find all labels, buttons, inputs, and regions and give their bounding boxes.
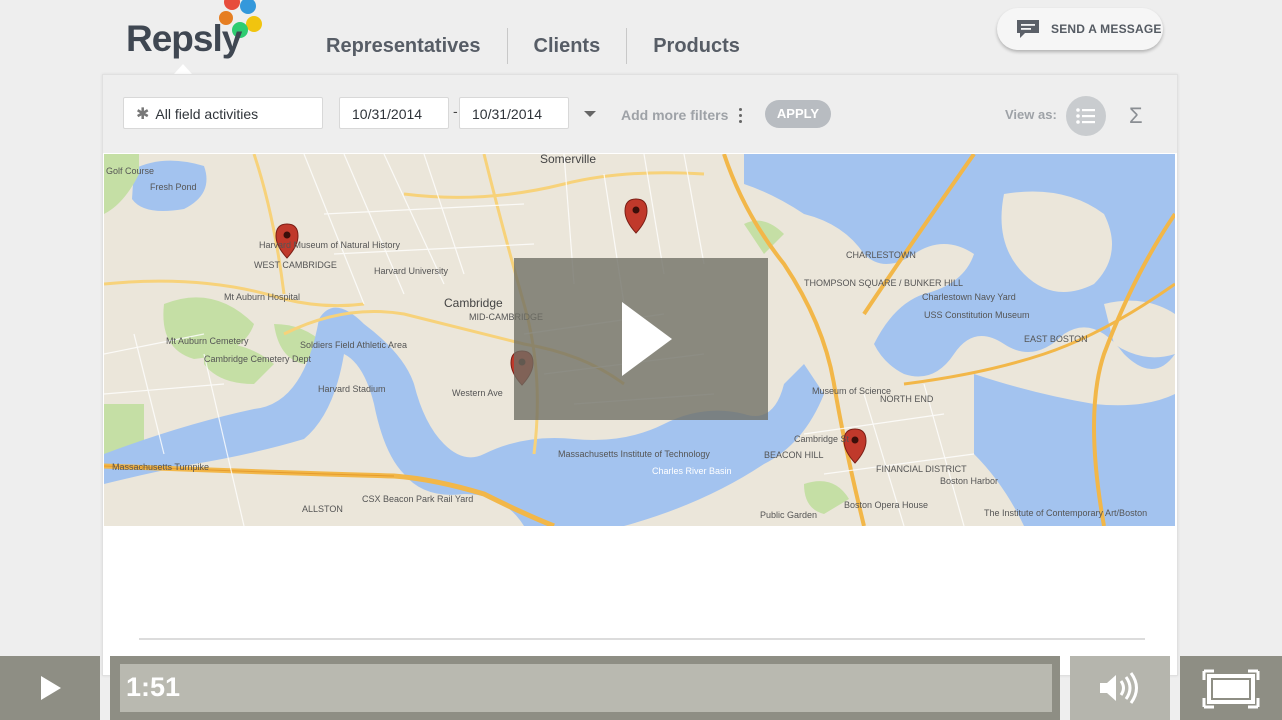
brand-name: Repsly bbox=[126, 18, 242, 59]
map-label: THOMPSON SQUARE / BUNKER HILL bbox=[804, 278, 964, 288]
active-nav-caret bbox=[174, 64, 192, 74]
nav-representatives[interactable]: Representatives bbox=[300, 28, 507, 64]
map-label: FINANCIAL DISTRICT bbox=[876, 464, 967, 474]
map-label: CSX Beacon Park Rail Yard bbox=[362, 494, 474, 504]
fullscreen-icon bbox=[1202, 669, 1260, 709]
chevron-down-icon[interactable] bbox=[584, 111, 596, 117]
map-label: Western Ave bbox=[452, 388, 503, 398]
map-label: Cambridge Cemetery Dept bbox=[204, 354, 312, 364]
activity-filter[interactable]: ✱ All field activities bbox=[123, 97, 323, 129]
map-label: Massachusetts Turnpike bbox=[112, 462, 210, 472]
content-divider bbox=[139, 638, 1145, 640]
play-button[interactable] bbox=[0, 656, 100, 720]
map-label: ALLSTON bbox=[302, 504, 343, 514]
send-message-label: SEND A MESSAGE bbox=[1051, 22, 1162, 36]
speaker-icon bbox=[1100, 672, 1138, 704]
filter-toolbar: ✱ All field activities 10/31/2014 - 10/31… bbox=[103, 75, 1177, 153]
map-label: CHARLESTOWN bbox=[846, 250, 916, 260]
list-icon bbox=[1076, 108, 1095, 124]
nav-clients[interactable]: Clients bbox=[508, 28, 627, 64]
map-label: Boston Opera House bbox=[844, 500, 929, 510]
map-label: Fresh Pond bbox=[150, 182, 197, 192]
list-view-button[interactable] bbox=[1066, 96, 1106, 136]
date-from-field[interactable]: 10/31/2014 bbox=[339, 97, 449, 129]
video-play-overlay-button[interactable] bbox=[514, 258, 768, 420]
map-label: The Institute of Contemporary Art/Boston bbox=[984, 508, 1148, 518]
date-to-field[interactable]: 10/31/2014 bbox=[459, 97, 569, 129]
video-controls: 1:51 bbox=[0, 656, 1282, 720]
map-label: Cambridge St bbox=[794, 434, 850, 444]
volume-button[interactable] bbox=[1070, 656, 1170, 720]
map-label: Harvard University bbox=[374, 266, 449, 276]
activity-filter-value: All field activities bbox=[155, 106, 259, 122]
date-separator: - bbox=[453, 103, 458, 119]
map-label: Mt Auburn Hospital bbox=[224, 292, 301, 302]
map-label: Cambridge bbox=[444, 296, 503, 310]
map-label: Public Garden bbox=[760, 510, 818, 520]
map-label: Somerville bbox=[540, 154, 597, 166]
map-label: Harvard Museum of Natural History bbox=[259, 240, 401, 250]
map-label: WEST CAMBRIDGE bbox=[254, 260, 337, 270]
map-label: Soldiers Field Athletic Area bbox=[300, 340, 408, 350]
nav-products[interactable]: Products bbox=[627, 28, 766, 64]
video-duration: 1:51 bbox=[126, 672, 181, 702]
asterisk-icon: ✱ bbox=[136, 106, 150, 123]
map-label: EAST BOSTON bbox=[1024, 334, 1088, 344]
add-more-filters-link[interactable]: Add more filters bbox=[621, 107, 728, 123]
map-label: Golf Course bbox=[106, 166, 155, 176]
map-label: Massachusetts Institute of Technology bbox=[558, 449, 710, 459]
play-icon bbox=[622, 302, 672, 376]
chat-bubble-icon bbox=[1017, 20, 1039, 38]
map-label: Mt Auburn Cemetery bbox=[166, 336, 249, 346]
view-as-label: View as: bbox=[1005, 107, 1057, 122]
map-label: Charles River Basin bbox=[652, 466, 732, 476]
play-icon bbox=[41, 676, 61, 700]
progress-track bbox=[120, 664, 1052, 712]
map-label: BEACON HILL bbox=[764, 450, 824, 460]
map-label: USS Constitution Museum bbox=[924, 310, 1030, 320]
more-vertical-icon[interactable] bbox=[739, 108, 743, 124]
apply-button[interactable]: APPLY bbox=[765, 100, 831, 128]
map-label: Boston Harbor bbox=[940, 476, 999, 486]
map-label: Charlestown Navy Yard bbox=[922, 292, 1016, 302]
map-label: NORTH END bbox=[880, 394, 934, 404]
send-message-button[interactable]: SEND A MESSAGE bbox=[997, 8, 1163, 50]
repsly-logo: Repsly bbox=[126, 0, 286, 70]
progress-bar[interactable]: 1:51 bbox=[110, 656, 1060, 720]
fullscreen-button[interactable] bbox=[1180, 656, 1282, 720]
sum-icon[interactable]: Σ bbox=[1129, 103, 1143, 129]
map-label: Harvard Stadium bbox=[318, 384, 386, 394]
video-player: Repsly Representatives Clients Products … bbox=[0, 0, 1282, 720]
main-nav: Representatives Clients Products bbox=[300, 26, 766, 66]
